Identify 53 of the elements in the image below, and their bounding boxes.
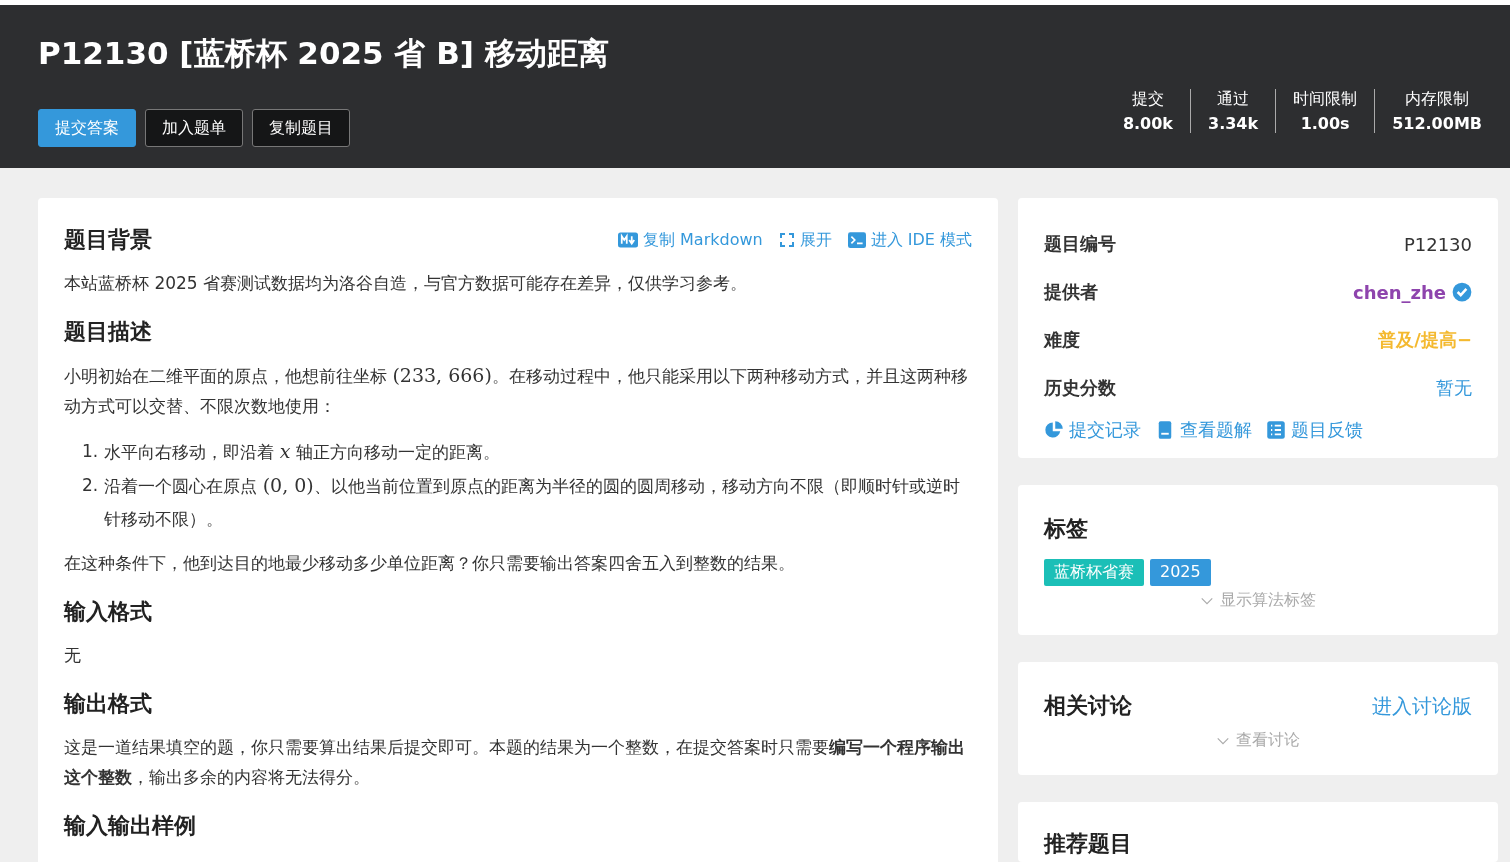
- info-label: 提供者: [1044, 280, 1098, 304]
- info-label: 难度: [1044, 328, 1080, 352]
- toolbar-link[interactable]: 复制 Markdown: [617, 229, 763, 251]
- paragraph: 在这种条件下，他到达目的地最少移动多少单位距离？你只需要输出答案四舍五入到整数的结果。: [64, 552, 796, 575]
- list-item-text: 水平向右移动，即沿着 x 轴正方向移动一定的距离。: [104, 439, 500, 464]
- pie-chart-icon: [1044, 420, 1064, 440]
- stat-label: 提交: [1131, 89, 1164, 110]
- info-value: P12130: [1403, 233, 1472, 255]
- toolbar-link[interactable]: 进入 IDE 模式: [847, 229, 972, 251]
- card-heading: 标签: [1044, 515, 1089, 543]
- user-link[interactable]: chen_zhe: [1353, 281, 1446, 303]
- section-heading: 输入格式: [64, 598, 152, 626]
- paragraph: 这是一道结果填空的题，你只需要算出结果后提交即可。本题的结果为一个整数，在提交答案时只需要编写一个程序输出这个整数，输出多余的内容将无法得分。: [64, 736, 966, 789]
- markdown-icon: [617, 230, 638, 250]
- forum-link[interactable]: 进入讨论版: [1372, 692, 1472, 720]
- stat-label: 时间限制: [1293, 89, 1358, 110]
- toolbar-link[interactable]: 展开: [778, 229, 832, 251]
- difficulty-value: 普及/提高−: [1378, 328, 1472, 352]
- show-tags-toggle[interactable]: 显示算法标签: [1044, 590, 1472, 611]
- list-icon: [1266, 420, 1286, 440]
- info-link[interactable]: 查看题解: [1155, 418, 1252, 442]
- section-heading: 输出格式: [64, 690, 152, 718]
- tag[interactable]: 2025: [1150, 559, 1211, 586]
- action-button[interactable]: 复制题目: [252, 109, 350, 147]
- section-heading: 输入输出样例: [64, 812, 196, 840]
- list-number: 2.: [82, 474, 99, 497]
- paragraph: 无: [64, 644, 82, 667]
- info-link[interactable]: 题目反馈: [1266, 418, 1363, 442]
- terminal-icon: [847, 231, 866, 249]
- card-heading: 推荐题目: [1044, 830, 1133, 858]
- score-link[interactable]: 暂无: [1436, 376, 1472, 400]
- info-label: 历史分数: [1044, 376, 1116, 400]
- section-heading: 题目背景: [64, 226, 152, 254]
- stat-label: 内存限制: [1405, 89, 1470, 110]
- info-label: 题目编号: [1044, 232, 1116, 256]
- view-discussion-toggle[interactable]: 查看讨论: [1044, 730, 1472, 751]
- info-link[interactable]: 提交记录: [1044, 418, 1141, 442]
- stat-value: 8.00k: [1122, 114, 1173, 133]
- list-number: 1.: [82, 440, 99, 463]
- expand-icon: [778, 232, 795, 248]
- stat-value: 3.34k: [1208, 114, 1259, 133]
- stat-label: 通过: [1217, 89, 1250, 110]
- stat-value: 512.00MB: [1392, 114, 1482, 133]
- action-button[interactable]: 加入题单: [145, 109, 243, 147]
- card-heading: 相关讨论: [1044, 692, 1132, 720]
- section-heading: 题目描述: [64, 318, 152, 346]
- tag[interactable]: 蓝桥杯省赛: [1044, 559, 1144, 586]
- action-button[interactable]: 提交答案: [38, 109, 136, 147]
- problem-title: P12130 [蓝桥杯 2025 省 B] 移动距离: [38, 34, 610, 73]
- list-item-text: 沿着一个圆心在原点 (0, 0)、以他当前位置到原点的距离为半径的圆的圆周移动，移动方向不限（即顺时针或逆时针移动不限）。: [104, 473, 961, 531]
- paragraph: 本站蓝桥杯 2025 省赛测试数据均为洛谷自造，与官方数据可能存在差异，仅供学习参考。: [64, 272, 749, 295]
- paragraph: 小明初始在二维平面的原点，他想前往坐标 (233, 666)。在移动过程中，他只能采用以下两种移动方式，并且这两种移动方式可以交替、不限次数地使用：: [64, 363, 969, 418]
- stat-value: 1.00s: [1300, 114, 1350, 133]
